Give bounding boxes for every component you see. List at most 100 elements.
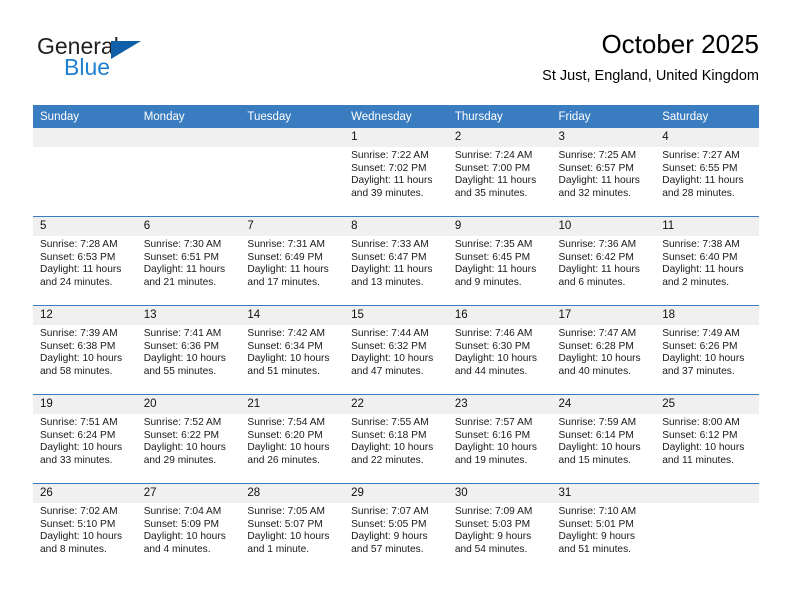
day-details: Sunrise: 7:24 AM Sunset: 7:00 PM Daylight:… [448,147,552,200]
calendar-week-row: 5 Sunrise: 7:28 AM Sunset: 6:53 PM Daylight… [33,216,759,306]
daylight-duration-line2: and 8 minutes. [40,543,107,555]
daylight-duration-line1: Daylight: 10 hours [351,353,434,365]
daylight-duration-line1: Daylight: 10 hours [40,353,123,365]
day-details: Sunrise: 7:35 AM Sunset: 6:45 PM Daylight:… [448,236,552,289]
sunrise-time: Sunrise: 7:04 AM [143,506,222,517]
calendar-day-cell[interactable]: 25 Sunrise: 8:00 AM Sunset: 6:12 PM Dayligh… [655,394,759,484]
sunrise-time: Sunrise: 7:22 AM [351,150,429,161]
sunrise-time: Sunrise: 7:02 AM [40,506,118,517]
daylight-duration-line2: and 37 minutes. [662,365,735,377]
calendar-day-cell[interactable]: 22 Sunrise: 7:55 AM Sunset: 6:18 PM Dayligh… [344,394,448,484]
day-number: 17 [551,306,656,325]
sunrise-time: Sunrise: 7:47 AM [558,328,637,339]
day-details: Sunrise: 7:59 AM Sunset: 6:14 PM Daylight:… [552,414,656,467]
daylight-duration-line1: Daylight: 11 hours [351,175,433,187]
calendar-day-cell[interactable]: 30 Sunrise: 7:09 AM Sunset: 5:03 PM Dayligh… [447,483,552,572]
brand-name-blue: Blue [64,54,111,80]
sunset-time: Sunset: 6:47 PM [351,251,427,263]
daylight-duration-line1: Daylight: 11 hours [247,264,329,276]
daylight-duration-line1: Daylight: 10 hours [454,442,537,454]
day-details [33,147,137,150]
day-details: Sunrise: 7:49 AM Sunset: 6:26 PM Daylight:… [655,325,759,378]
calendar-day-cell[interactable]: 4 Sunrise: 7:27 AM Sunset: 6:55 PM Daylight… [655,128,759,217]
sunrise-time: Sunrise: 7:33 AM [351,239,429,250]
calendar-day-cell[interactable]: 15 Sunrise: 7:44 AM Sunset: 6:32 PM Dayligh… [344,305,448,395]
daylight-duration-line1: Daylight: 11 hours [662,175,744,187]
calendar-day-cell[interactable]: 12 Sunrise: 7:39 AM Sunset: 6:38 PM Dayligh… [33,305,137,395]
sunset-time: Sunset: 7:02 PM [351,162,427,174]
daylight-duration-line1: Daylight: 10 hours [40,442,123,454]
daylight-duration-line2: and 6 minutes. [558,276,626,288]
day-number: 10 [551,217,656,236]
sunrise-time: Sunrise: 7:24 AM [454,150,533,161]
day-details: Sunrise: 7:41 AM Sunset: 6:36 PM Daylight:… [137,325,241,378]
calendar-day-cell-empty [33,128,137,217]
sunrise-sunset-calendar-table: Sunday Monday Tuesday Wednesday Thursday… [33,105,759,572]
day-number [655,484,759,503]
calendar-day-cell[interactable]: 26 Sunrise: 7:02 AM Sunset: 5:10 PM Dayligh… [33,483,137,572]
calendar-day-cell[interactable]: 19 Sunrise: 7:51 AM Sunset: 6:24 PM Dayligh… [33,394,137,484]
daylight-duration-line2: and 39 minutes. [351,187,424,199]
day-number: 2 [447,128,552,147]
calendar-day-cell[interactable]: 7 Sunrise: 7:31 AM Sunset: 6:49 PM Daylight… [240,216,345,306]
calendar-day-cell[interactable]: 29 Sunrise: 7:07 AM Sunset: 5:05 PM Dayligh… [344,483,448,572]
calendar-day-cell[interactable]: 3 Sunrise: 7:25 AM Sunset: 6:57 PM Daylight… [551,128,656,217]
calendar-day-cell[interactable]: 16 Sunrise: 7:46 AM Sunset: 6:30 PM Dayligh… [447,305,552,395]
daylight-duration-line2: and 17 minutes. [247,276,320,288]
day-details: Sunrise: 7:51 AM Sunset: 6:24 PM Daylight:… [33,414,137,467]
sunrise-time: Sunrise: 7:27 AM [662,150,740,161]
calendar-day-cell[interactable]: 14 Sunrise: 7:42 AM Sunset: 6:34 PM Dayligh… [240,305,345,395]
daylight-duration-line1: Daylight: 11 hours [558,264,640,276]
sunset-time: Sunset: 6:22 PM [143,429,220,441]
daylight-duration-line2: and 44 minutes. [454,365,528,377]
daylight-duration-line2: and 51 minutes. [247,365,320,377]
sunrise-time: Sunrise: 7:36 AM [558,239,637,250]
calendar-day-cell[interactable]: 5 Sunrise: 7:28 AM Sunset: 6:53 PM Daylight… [33,216,137,306]
calendar-day-cell[interactable]: 13 Sunrise: 7:41 AM Sunset: 6:36 PM Dayligh… [136,305,241,395]
calendar-day-cell[interactable]: 2 Sunrise: 7:24 AM Sunset: 7:00 PM Daylight… [447,128,552,217]
sunrise-time: Sunrise: 7:10 AM [558,506,637,517]
day-details [240,147,344,150]
calendar-week-row: 1 Sunrise: 7:22 AM Sunset: 7:02 PM Daylight… [33,128,759,217]
day-details: Sunrise: 7:47 AM Sunset: 6:28 PM Daylight:… [552,325,656,378]
daylight-duration-line2: and 55 minutes. [143,365,217,377]
daylight-duration-line2: and 24 minutes. [40,276,113,288]
calendar-day-cell[interactable]: 27 Sunrise: 7:04 AM Sunset: 5:09 PM Dayligh… [136,483,241,572]
sunrise-time: Sunrise: 7:39 AM [40,328,118,339]
calendar-day-cell[interactable]: 28 Sunrise: 7:05 AM Sunset: 5:07 PM Dayligh… [240,483,345,572]
sunset-time: Sunset: 5:03 PM [454,518,531,530]
calendar-day-cell[interactable]: 6 Sunrise: 7:30 AM Sunset: 6:51 PM Daylight… [136,216,241,306]
calendar-day-cell[interactable]: 1 Sunrise: 7:22 AM Sunset: 7:02 PM Daylight… [344,128,448,217]
calendar-day-cell[interactable]: 17 Sunrise: 7:47 AM Sunset: 6:28 PM Dayligh… [551,305,656,395]
weekday-header-wednesday: Wednesday [344,105,448,128]
calendar-day-cell[interactable]: 10 Sunrise: 7:36 AM Sunset: 6:42 PM Dayligh… [551,216,656,306]
daylight-duration-line2: and 29 minutes. [143,454,217,466]
daylight-duration-line2: and 54 minutes. [454,543,528,555]
calendar-day-cell[interactable]: 18 Sunrise: 7:49 AM Sunset: 6:26 PM Dayligh… [655,305,759,395]
calendar-day-cell[interactable]: 11 Sunrise: 7:38 AM Sunset: 6:40 PM Dayligh… [655,216,759,306]
calendar-day-cell[interactable]: 8 Sunrise: 7:33 AM Sunset: 6:47 PM Daylight… [344,216,448,306]
sunrise-time: Sunrise: 7:57 AM [454,417,533,428]
title-block: October 2025 St Just, England, United Ki… [542,28,759,85]
calendar-day-cell[interactable]: 23 Sunrise: 7:57 AM Sunset: 6:16 PM Dayligh… [447,394,552,484]
sunset-time: Sunset: 6:57 PM [558,162,634,174]
day-details: Sunrise: 7:46 AM Sunset: 6:30 PM Daylight:… [448,325,552,378]
sunrise-time: Sunrise: 7:30 AM [143,239,222,250]
sunrise-time: Sunrise: 8:00 AM [662,417,740,428]
day-number: 30 [447,484,552,503]
calendar-day-cell[interactable]: 24 Sunrise: 7:59 AM Sunset: 6:14 PM Dayligh… [551,394,656,484]
day-details [137,147,241,150]
calendar-day-cell[interactable]: 20 Sunrise: 7:52 AM Sunset: 6:22 PM Dayligh… [136,394,241,484]
day-details: Sunrise: 7:25 AM Sunset: 6:57 PM Daylight:… [552,147,656,200]
calendar-day-cell[interactable]: 21 Sunrise: 7:54 AM Sunset: 6:20 PM Dayligh… [240,394,345,484]
calendar-day-cell[interactable]: 31 Sunrise: 7:10 AM Sunset: 5:01 PM Dayligh… [551,483,656,572]
calendar-day-cell[interactable]: 9 Sunrise: 7:35 AM Sunset: 6:45 PM Daylight… [447,216,552,306]
daylight-duration-line1: Daylight: 9 hours [351,531,428,543]
daylight-duration-line1: Daylight: 10 hours [351,442,434,454]
calendar-week-row: 12 Sunrise: 7:39 AM Sunset: 6:38 PM Dayligh… [33,305,759,395]
daylight-duration-line1: Daylight: 11 hours [558,175,640,187]
calendar-day-cell-empty [240,128,345,217]
triangle-logo-icon [111,41,141,59]
brand-logo[interactable]: General Blue [37,33,217,89]
daylight-duration-line1: Daylight: 10 hours [247,531,330,543]
